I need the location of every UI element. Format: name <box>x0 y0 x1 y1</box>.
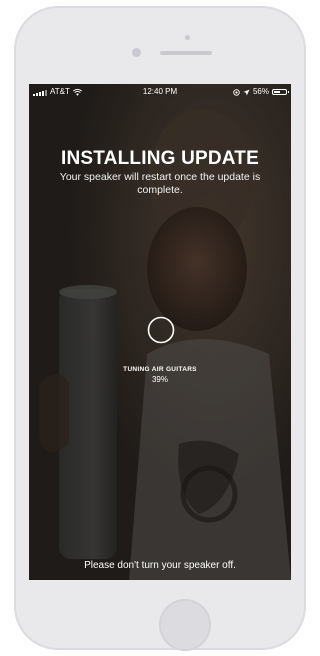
status-right: 56% <box>233 84 289 100</box>
battery-icon <box>272 89 289 95</box>
footer-warning: Please don't turn your speaker off. <box>84 560 236 571</box>
app-screen: AT&T 12:40 PM 56% INSTALLING UPDATE Your… <box>29 84 291 580</box>
earpiece-speaker <box>160 51 212 55</box>
battery-percent: 56% <box>252 87 269 96</box>
front-camera <box>132 48 141 57</box>
location-icon <box>233 88 240 96</box>
progress-label: TUNING AIR GUITARS <box>123 366 197 373</box>
progress-percent: 39% <box>151 375 168 384</box>
battery-fill <box>274 91 280 93</box>
page-title: INSTALLING UPDATE <box>61 148 259 169</box>
navigation-arrow-icon <box>243 89 250 95</box>
home-button[interactable] <box>159 599 211 651</box>
page: AT&T 12:40 PM 56% INSTALLING UPDATE Your… <box>0 0 320 656</box>
status-bar: AT&T 12:40 PM 56% <box>29 84 291 100</box>
progress-ring-icon <box>147 316 175 344</box>
update-subtitle: Your speaker will restart once the updat… <box>59 171 261 196</box>
front-sensor <box>185 35 190 40</box>
